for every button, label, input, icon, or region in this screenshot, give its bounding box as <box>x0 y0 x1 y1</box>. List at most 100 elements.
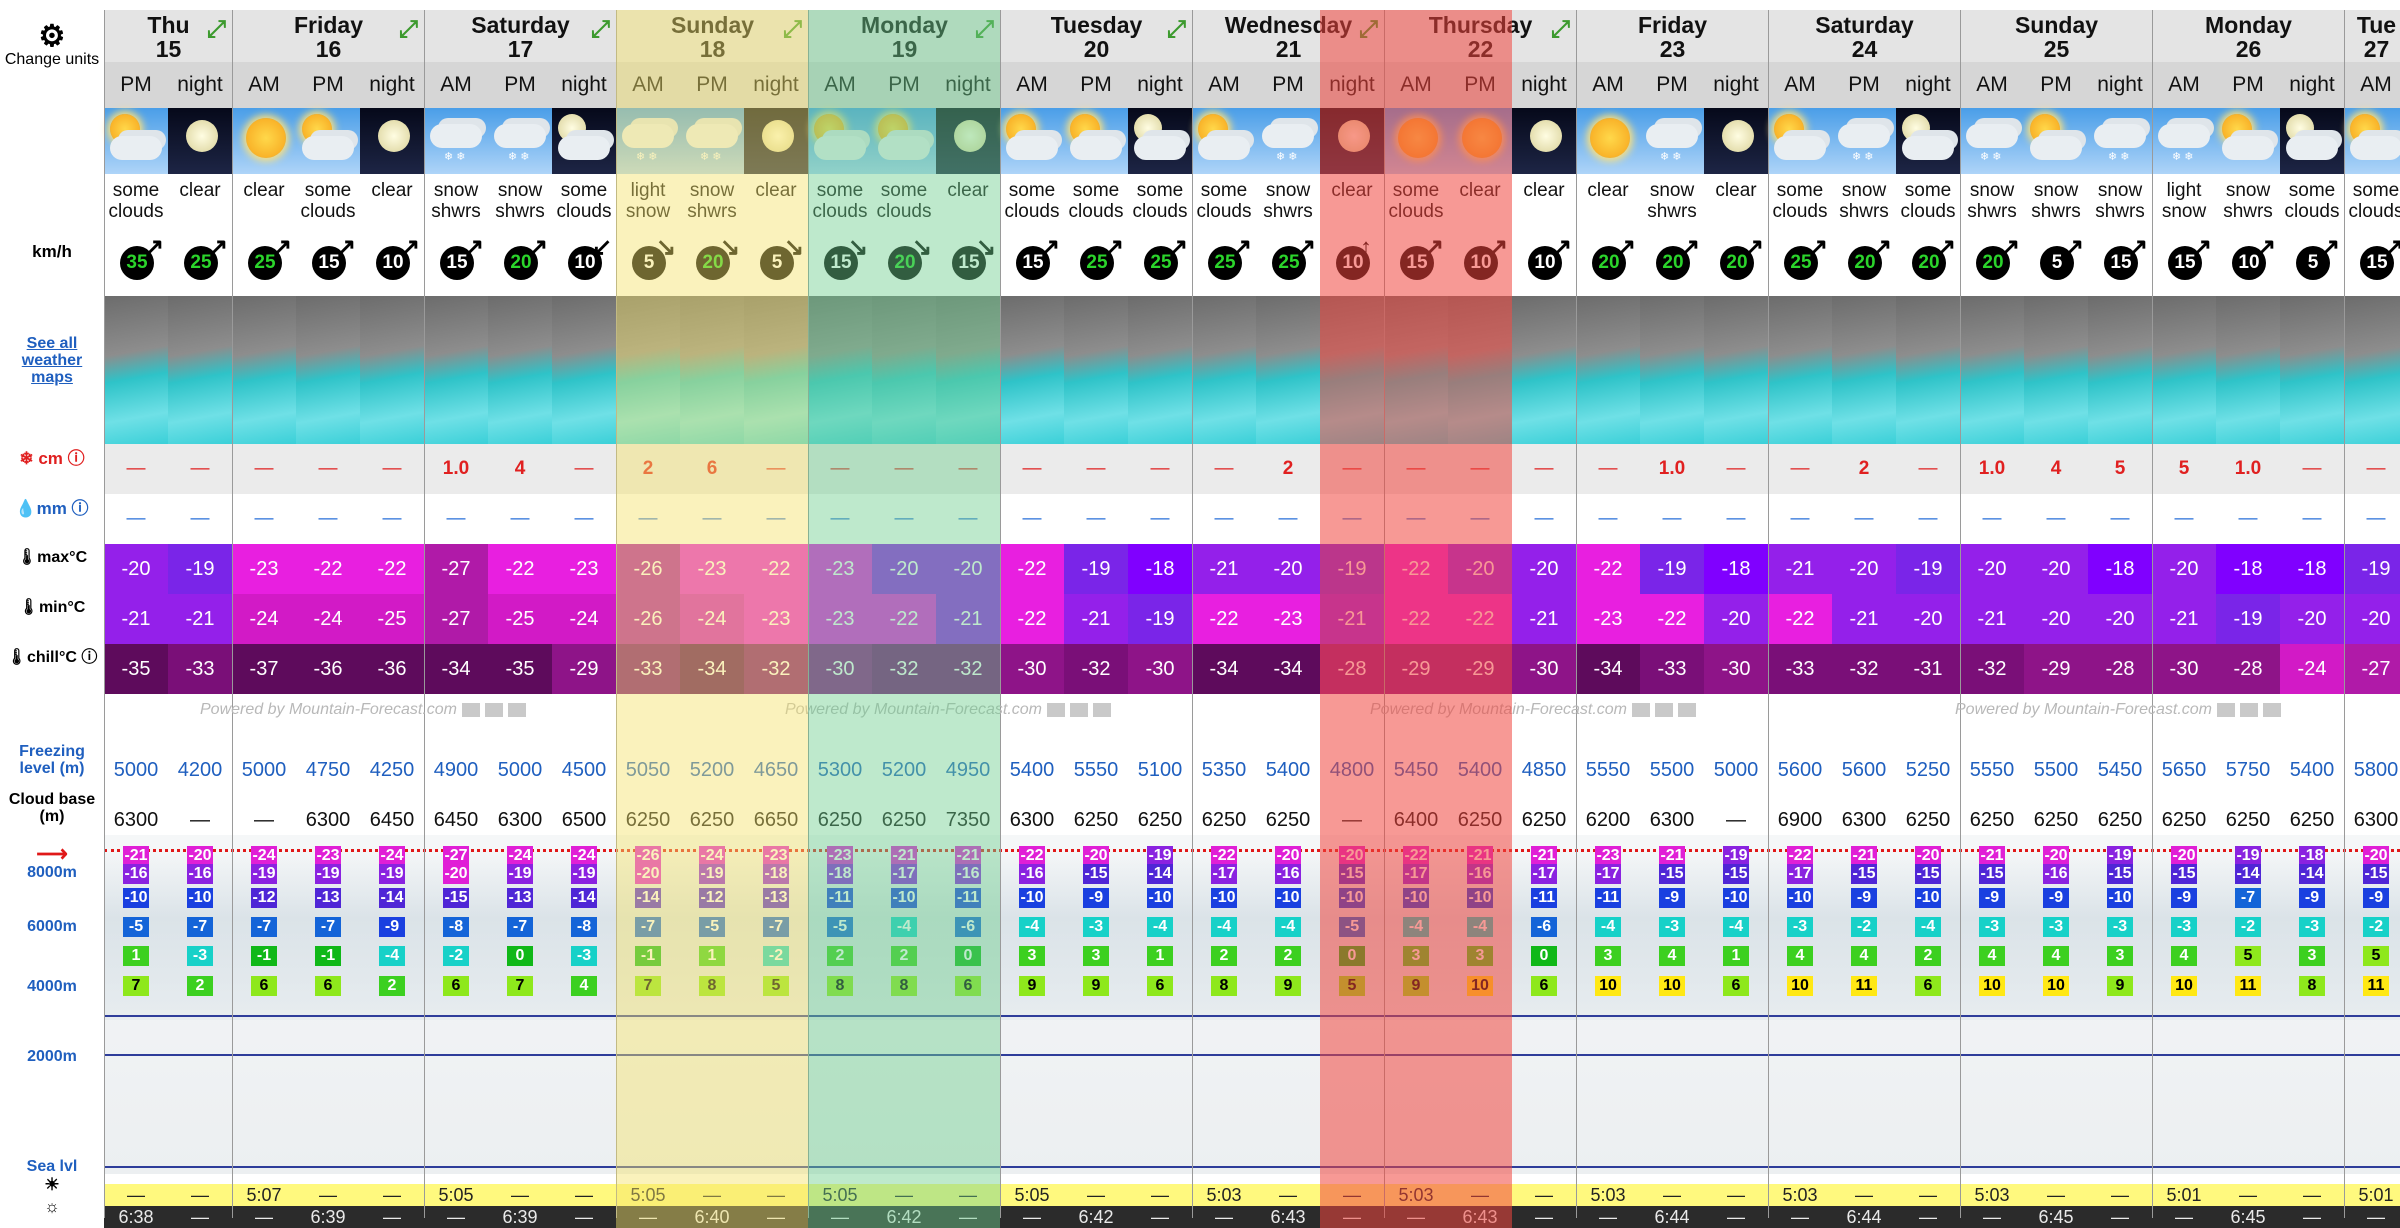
freezing-level-value: 5400 <box>2289 759 2335 781</box>
weather-description: snow shwrs <box>1263 180 1313 222</box>
info-icon[interactable]: ⓘ <box>77 649 97 666</box>
see-all-maps-link[interactable]: See all weather maps <box>0 335 104 386</box>
rain-amount: — <box>1128 494 1192 544</box>
chill-temp-value: -33 <box>168 644 232 694</box>
day-divider <box>424 10 425 1218</box>
snow-amount: 1.0 <box>424 444 488 494</box>
altitude-temp-badge: -22 <box>1787 846 1813 866</box>
altitude-temp-badge: -10 <box>1019 888 1045 908</box>
wind-direction-arrow-icon: ↗ <box>1872 234 1893 261</box>
altitude-temp-badge: -3 <box>1659 917 1685 937</box>
weather-map-thumbnail[interactable] <box>1256 296 1320 444</box>
weather-map-thumbnail[interactable] <box>1832 296 1896 444</box>
weather-map-thumbnail[interactable] <box>1576 296 1640 444</box>
altitude-temp-badge: 1 <box>123 946 149 966</box>
info-icon[interactable]: ⓘ <box>63 449 85 468</box>
weather-map-thumbnail[interactable] <box>232 296 296 444</box>
altitude-temp-badge: -19 <box>2235 846 2261 866</box>
weather-map-thumbnail[interactable] <box>2152 296 2216 444</box>
weather-map-thumbnail[interactable] <box>1768 296 1832 444</box>
snow-amount: 4 <box>2024 444 2088 494</box>
sunset-time: — <box>1000 1206 1064 1228</box>
wind-cell: 10↗ <box>1512 232 1576 296</box>
thermometer-icon: 🌡 <box>16 549 38 566</box>
wind-direction-arrow-icon: ↙ <box>592 234 613 261</box>
altitude-temp-badge: 0 <box>507 946 533 966</box>
altitude-temp-badge: 9 <box>2107 976 2133 996</box>
sunset-time: — <box>1128 1206 1192 1228</box>
cloud-shape <box>1262 124 1314 148</box>
altitude-temp-badge: -9 <box>1979 888 2005 908</box>
snow-amount: — <box>1768 444 1832 494</box>
max-temp-value: -20 <box>1832 544 1896 594</box>
cloud-sun-icon <box>104 108 168 174</box>
weather-map-thumbnail[interactable] <box>2024 296 2088 444</box>
weather-map-thumbnail[interactable] <box>2344 296 2400 444</box>
altitude-temp-badge: 11 <box>1851 976 1877 996</box>
weather-map-thumbnail[interactable] <box>1128 296 1192 444</box>
weather-map-thumbnail[interactable] <box>1192 296 1256 444</box>
max-temp-value: -22 <box>488 544 552 594</box>
weather-map-thumbnail[interactable] <box>1000 296 1064 444</box>
cloud-base-value: 6900 <box>1777 809 1823 831</box>
weather-map-thumbnail[interactable] <box>424 296 488 444</box>
chill-temp-value: -34 <box>1256 644 1320 694</box>
altitude-temp-badge: -15 <box>1723 864 1749 884</box>
weather-map-thumbnail[interactable] <box>552 296 616 444</box>
sunset-time: 6:43 <box>1256 1206 1320 1228</box>
weather-map-thumbnail[interactable] <box>104 296 168 444</box>
weather-map-thumbnail[interactable] <box>360 296 424 444</box>
wind-cell: 20 ↗ <box>488 232 552 296</box>
max-temp-value: -18 <box>2280 544 2344 594</box>
wind-direction-arrow-icon: ↗ <box>2000 234 2021 261</box>
info-icon[interactable]: ⓘ <box>67 499 89 518</box>
altitude-temp-badge: -15 <box>1851 864 1877 884</box>
period-label: PM <box>488 62 552 108</box>
altitude-temp-badge: -10 <box>1211 888 1237 908</box>
weather-map-thumbnail[interactable] <box>2216 296 2280 444</box>
period-label: AM <box>2344 62 2400 108</box>
min-temp-value: -23 <box>1576 594 1640 644</box>
weather-map-thumbnail[interactable] <box>2088 296 2152 444</box>
altitude-temp-badge: -13 <box>507 888 533 908</box>
sunset-time: — <box>1896 1206 1960 1228</box>
altitude-temp-badge: 2 <box>187 976 213 996</box>
weather-map-thumbnail[interactable] <box>1064 296 1128 444</box>
chill-temp-value: -28 <box>2088 644 2152 694</box>
altitude-temp-badge: 6 <box>443 976 469 996</box>
altitude-temp-badge: 1 <box>1147 946 1173 966</box>
period-label: AM <box>1960 62 2024 108</box>
credit-icon <box>1047 702 1065 717</box>
forecast-column: night clear 20 ↗ — — -18 -20 -30 5000— — — <box>1704 10 1768 1228</box>
forecast-column: PM snow shwrs 10 ↗ 1.0— -18 -19 -28 5750 6250—6:4… <box>2216 10 2280 1228</box>
alt-label-sea-level: Sea lvl <box>26 1158 78 1175</box>
weather-map-thumbnail[interactable] <box>168 296 232 444</box>
weather-description: snow shwrs <box>1647 180 1697 222</box>
altitude-temp-badge: -10 <box>2107 888 2133 908</box>
cloud-moon-icon <box>1896 108 1960 174</box>
forecast-column: AM some clouds 15 ↗ — — -22 -22 -30 5400 6300 5:05— <box>1000 10 1064 1228</box>
weather-map-thumbnail[interactable] <box>1704 296 1768 444</box>
altitude-temp-badge: -8 <box>571 917 597 937</box>
weather-description: some clouds <box>1068 180 1124 222</box>
chill-temp-value: -30 <box>1128 644 1192 694</box>
sunrise-time: — <box>1512 1184 1576 1206</box>
weather-map-thumbnail[interactable] <box>1640 296 1704 444</box>
weather-map-thumbnail[interactable] <box>296 296 360 444</box>
day-divider <box>1768 10 1769 1218</box>
weather-map-thumbnail[interactable] <box>1896 296 1960 444</box>
weather-map-thumbnail[interactable] <box>2280 296 2344 444</box>
change-units-button[interactable]: ⚙ Change units <box>0 22 104 69</box>
weather-map-thumbnail[interactable] <box>1960 296 2024 444</box>
altitude-temp-badge: -14 <box>2299 864 2325 884</box>
wind-cell: 25 ↗ <box>1064 232 1128 296</box>
weather-map-thumbnail[interactable] <box>488 296 552 444</box>
max-temp-value: -18 <box>2216 544 2280 594</box>
credit-icon <box>1632 702 1650 717</box>
snow-amount: — <box>104 444 168 494</box>
sunrise-time: — <box>2024 1184 2088 1206</box>
altitude-temp-badge: 10 <box>1787 976 1813 996</box>
wind-cell: 10↗ <box>360 232 424 296</box>
weather-map-thumbnail[interactable] <box>1512 296 1576 444</box>
period-label: night <box>552 62 616 108</box>
